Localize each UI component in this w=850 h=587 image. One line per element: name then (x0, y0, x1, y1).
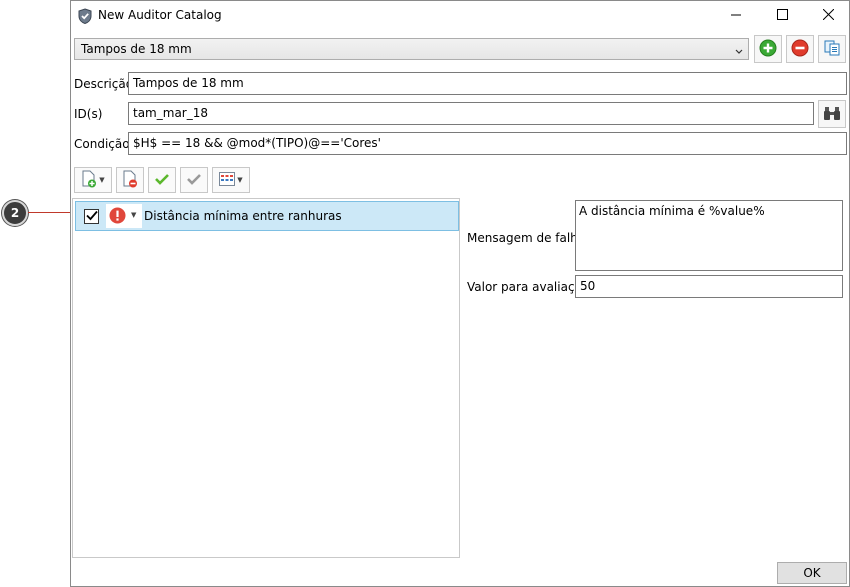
chevron-down-icon: ▼ (99, 176, 105, 184)
descricao-label: Descrição (74, 77, 134, 91)
ids-field[interactable]: tam_mar_18 (128, 102, 814, 125)
add-icon (759, 39, 777, 60)
descricao-field[interactable]: Tampos de 18 mm (128, 72, 847, 95)
remove-icon (791, 39, 809, 60)
check-all-icon (154, 172, 170, 189)
uncheck-all-button[interactable] (180, 167, 208, 193)
grid-options-icon (219, 171, 236, 189)
list-item[interactable]: ▼ Distância mínima entre ranhuras (75, 201, 459, 231)
checkmark-icon (85, 210, 98, 224)
grid-options-button[interactable]: ▼ (212, 167, 250, 193)
mensagem-label: Mensagem de falha (467, 231, 586, 245)
delete-rule-icon (122, 170, 138, 191)
rules-list: ▼ Distância mínima entre ranhuras (72, 198, 460, 558)
delete-rule-button[interactable] (116, 167, 144, 193)
minimize-button[interactable] (713, 1, 759, 30)
copy-icon (823, 39, 841, 60)
copy-catalog-button[interactable] (818, 35, 846, 63)
rule-checkbox[interactable] (84, 209, 99, 224)
find-ids-button[interactable] (818, 100, 846, 128)
add-catalog-button[interactable] (754, 35, 782, 63)
app-icon (77, 8, 93, 25)
check-all-button[interactable] (148, 167, 176, 193)
callout-marker: 2 (2, 200, 28, 226)
ids-label: ID(s) (74, 107, 103, 121)
catalog-select-value: Tampos de 18 mm (81, 42, 192, 56)
maximize-button[interactable] (759, 1, 805, 30)
window-title: New Auditor Catalog (98, 8, 222, 22)
chevron-down-icon: ▼ (237, 176, 243, 184)
rule-label: Distância mínima entre ranhuras (144, 209, 342, 223)
minimize-icon (731, 9, 741, 23)
add-rule-button[interactable]: ▼ (74, 167, 112, 193)
binoculars-icon (823, 105, 841, 124)
severity-dropdown[interactable]: ▼ (106, 204, 142, 228)
mensagem-field[interactable]: A distância mínima é %value% (575, 200, 843, 271)
close-button[interactable] (805, 1, 850, 30)
error-icon (109, 207, 126, 227)
remove-catalog-button[interactable] (786, 35, 814, 63)
chevron-down-icon (735, 45, 743, 54)
ok-button[interactable]: OK (777, 562, 847, 584)
maximize-icon (776, 8, 788, 23)
condicao-label: Condição (74, 137, 130, 151)
uncheck-all-icon (186, 172, 202, 189)
close-icon (822, 8, 834, 23)
chevron-down-icon: ▼ (131, 211, 137, 219)
condicao-field[interactable]: $H$ == 18 && @mod*(TIPO)@=='Cores' (128, 132, 847, 155)
valor-field[interactable]: 50 (575, 275, 843, 298)
add-rule-icon (81, 170, 97, 191)
title-bar: New Auditor Catalog (71, 1, 849, 30)
auditor-catalog-window: New Auditor Catalog Tampos de 18 mm Desc… (70, 0, 850, 587)
catalog-select[interactable]: Tampos de 18 mm (74, 38, 749, 60)
valor-label: Valor para avaliação (467, 280, 590, 294)
